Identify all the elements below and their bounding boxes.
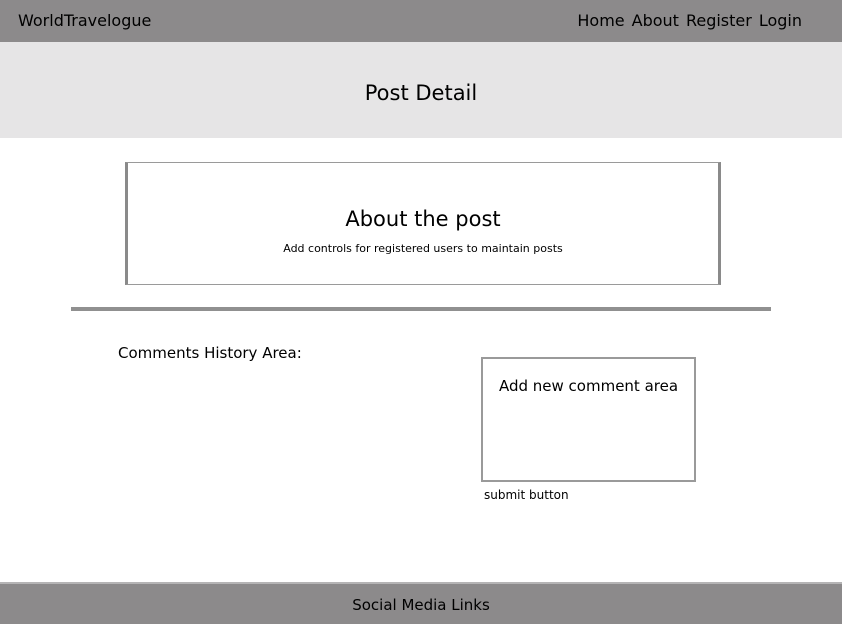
post-box-title: About the post [345, 207, 501, 231]
page-title: Post Detail [364, 81, 478, 105]
new-comment-label: Add new comment area [498, 377, 679, 395]
nav-link-register[interactable]: Register [686, 11, 752, 31]
social-media-links[interactable]: Social Media Links [0, 596, 842, 615]
comments-history-label: Comments History Area: [118, 344, 302, 362]
nav-link-home[interactable]: Home [577, 11, 624, 31]
nav-link-about[interactable]: About [632, 11, 679, 31]
brand-logo-text[interactable]: WorldTravelogue [18, 11, 151, 31]
nav-links: Home About Register Login [577, 11, 802, 31]
nav-link-login[interactable]: Login [759, 11, 802, 31]
section-divider [71, 307, 771, 311]
submit-button[interactable]: submit button [484, 488, 569, 503]
footer: Social Media Links [0, 582, 842, 624]
post-box-description: Add controls for registered users to mai… [283, 242, 563, 255]
top-navbar: WorldTravelogue Home About Register Logi… [0, 0, 842, 42]
post-details-box: About the post Add controls for register… [125, 162, 721, 285]
new-comment-input[interactable]: Add new comment area [481, 357, 696, 482]
